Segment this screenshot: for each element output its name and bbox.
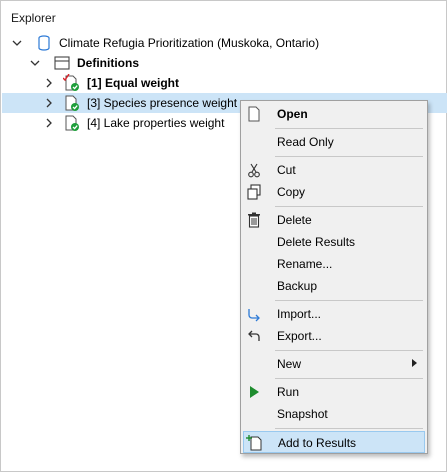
menu-item-label: New [277,357,302,371]
menu-item-import[interactable]: Import... [243,303,425,325]
menu-separator [275,300,423,301]
chevron-right-icon[interactable] [43,77,55,89]
menu-item-delete[interactable]: Delete [243,209,425,231]
menu-item-open[interactable]: Open [243,103,425,125]
menu-item-label: Open [277,107,308,121]
menu-item-label: Read Only [277,135,334,149]
menu-separator [275,128,423,129]
copy-icon [245,183,263,201]
menu-item-label: Snapshot [277,407,328,421]
trash-icon [245,211,263,229]
menu-separator [275,156,423,157]
menu-item-export[interactable]: Export... [243,325,425,347]
menu-item-run[interactable]: Run [243,381,425,403]
tree-definitions-label: Definitions [77,56,139,70]
menu-item-new[interactable]: New [243,353,425,375]
panel-title: Explorer [11,11,56,25]
chevron-right-icon[interactable] [43,117,55,129]
menu-item-label: Add to Results [278,436,357,450]
add-document-icon [246,434,264,452]
tree-item-label: [4] Lake properties weight [87,116,225,130]
menu-item-label: Rename... [277,257,333,271]
menu-separator [275,428,423,429]
tree-item-label: [1] Equal weight [87,76,180,90]
tree-item-label: [3] Species presence weight [87,96,238,110]
menu-item-snapshot[interactable]: Snapshot [243,403,425,425]
import-arrow-icon [245,305,263,323]
menu-item-label: Run [277,385,300,399]
tree-root-label: Climate Refugia Prioritization (Muskoka,… [59,36,320,50]
menu-item-backup[interactable]: Backup [243,275,425,297]
menu-item-label: Backup [277,279,318,293]
menu-item-label: Export... [277,329,322,343]
document-checked-icon [63,114,81,132]
menu-item-read-only[interactable]: Read Only [243,131,425,153]
context-menu: Open Read Only Cut Copy Delete Delete Re… [240,100,428,454]
tree-item-lake-properties-weight[interactable]: [4] Lake properties weight [43,113,224,133]
menu-item-label: Import... [277,307,322,321]
menu-separator [275,378,423,379]
play-icon [245,383,263,401]
document-icon [245,105,263,123]
chevron-down-icon[interactable] [29,57,41,69]
chevron-right-icon[interactable] [43,97,55,109]
database-icon [35,34,53,52]
menu-item-cut[interactable]: Cut [243,159,425,181]
menu-item-rename[interactable]: Rename... [243,253,425,275]
table-icon [53,54,71,72]
menu-item-label: Cut [277,163,296,177]
export-arrow-icon [245,327,263,345]
menu-item-label: Copy [277,185,306,199]
tree-item-equal-weight[interactable]: [1] Equal weight [43,73,179,93]
tree-root-row[interactable]: Climate Refugia Prioritization (Muskoka,… [11,33,319,53]
scissors-icon [245,161,263,179]
menu-item-add-to-results[interactable]: Add to Results [243,431,425,453]
chevron-down-icon[interactable] [11,37,23,49]
menu-item-delete-results[interactable]: Delete Results [243,231,425,253]
menu-item-label: Delete Results [277,235,356,249]
document-checked-icon [63,94,81,112]
document-checked-icon [63,74,81,92]
menu-separator [275,350,423,351]
menu-item-copy[interactable]: Copy [243,181,425,203]
menu-separator [275,206,423,207]
submenu-arrow-icon [412,359,417,367]
tree-definitions-row[interactable]: Definitions [29,53,139,73]
menu-item-label: Delete [277,213,312,227]
